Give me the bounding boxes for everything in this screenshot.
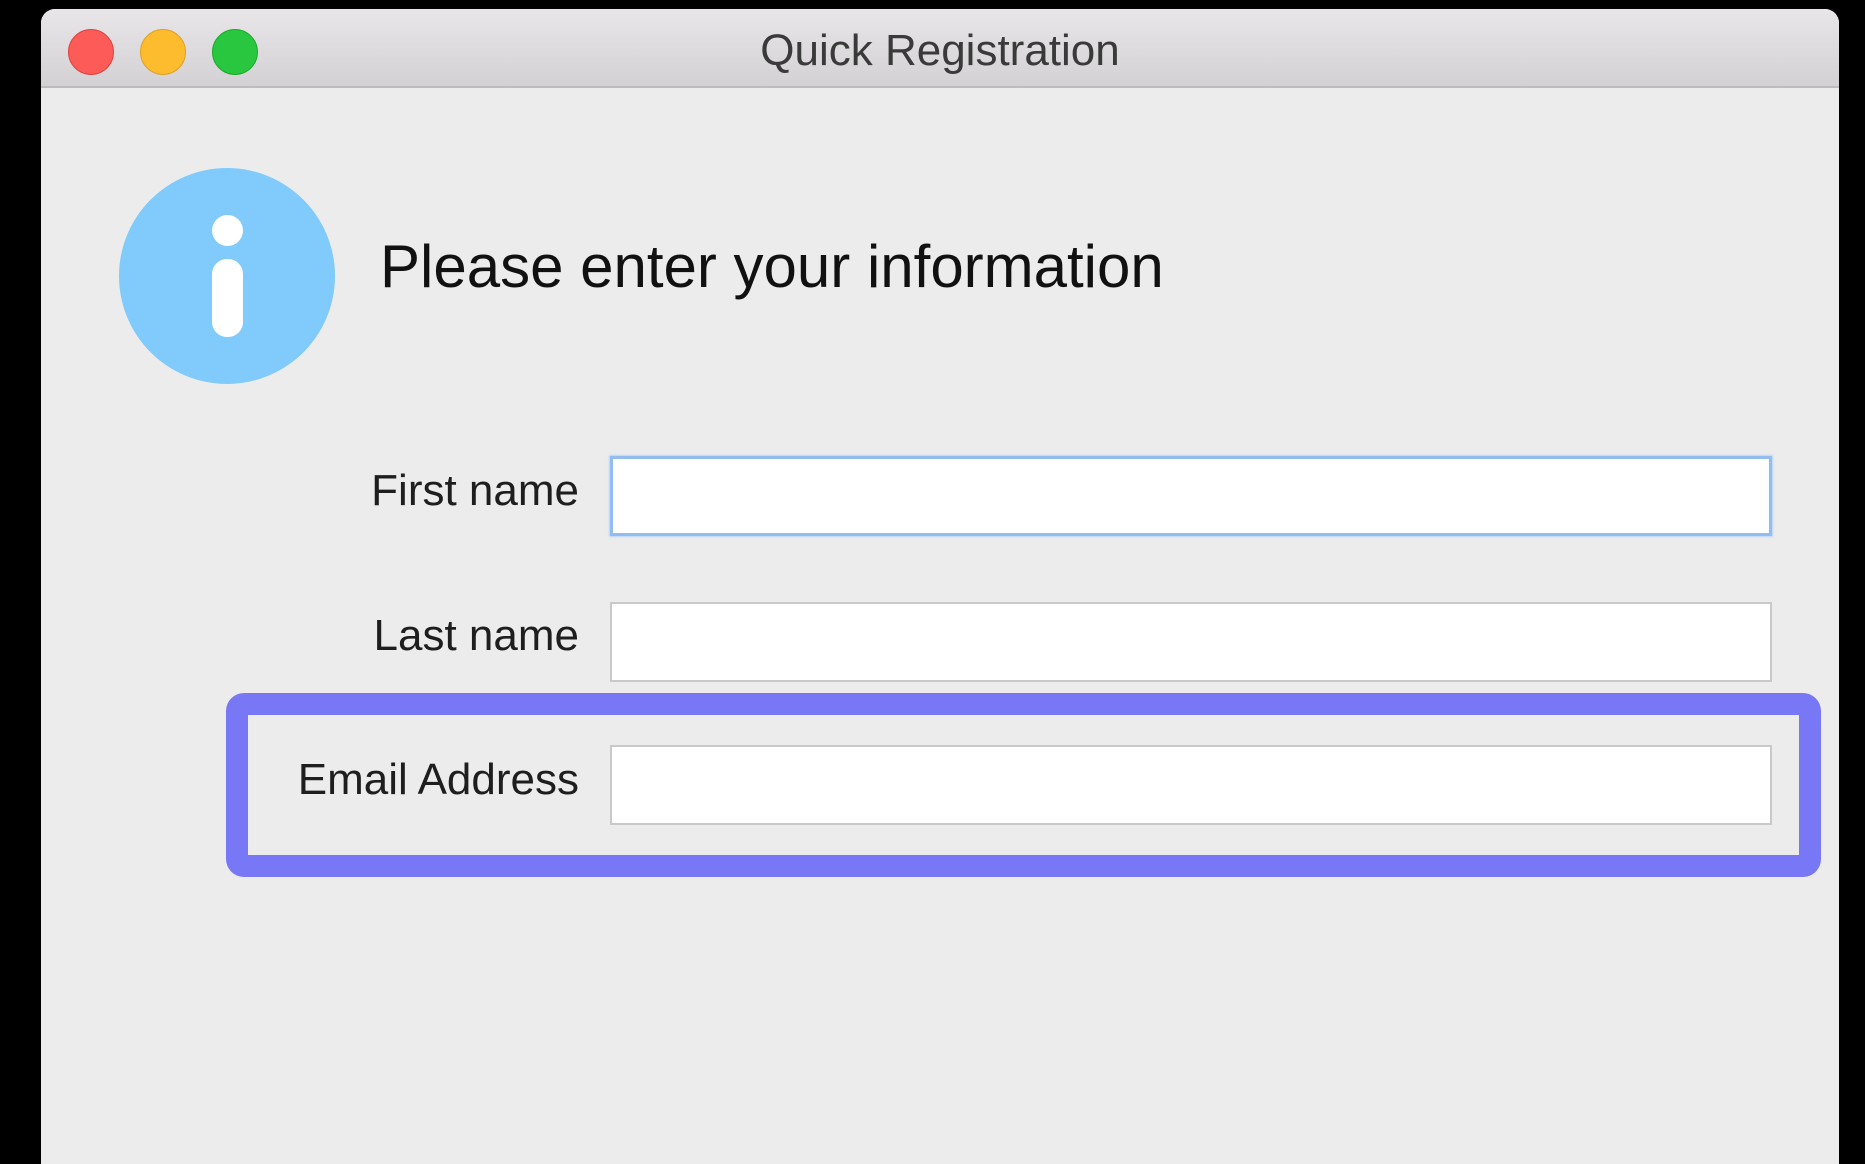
last-name-field[interactable]	[610, 602, 1772, 682]
info-icon-dot	[212, 215, 243, 246]
first-name-field[interactable]	[610, 456, 1772, 536]
email-highlight-annotation	[226, 693, 1821, 877]
info-icon-bar	[212, 259, 243, 337]
title-bar[interactable]: Quick Registration	[41, 9, 1839, 88]
info-icon	[119, 168, 335, 384]
last-name-label: Last name	[373, 611, 579, 660]
registration-window: Quick Registration	[41, 9, 1839, 1164]
window-title: Quick Registration	[760, 26, 1120, 75]
form-heading: Please enter your information	[380, 233, 1164, 300]
first-name-label: First name	[371, 466, 579, 515]
